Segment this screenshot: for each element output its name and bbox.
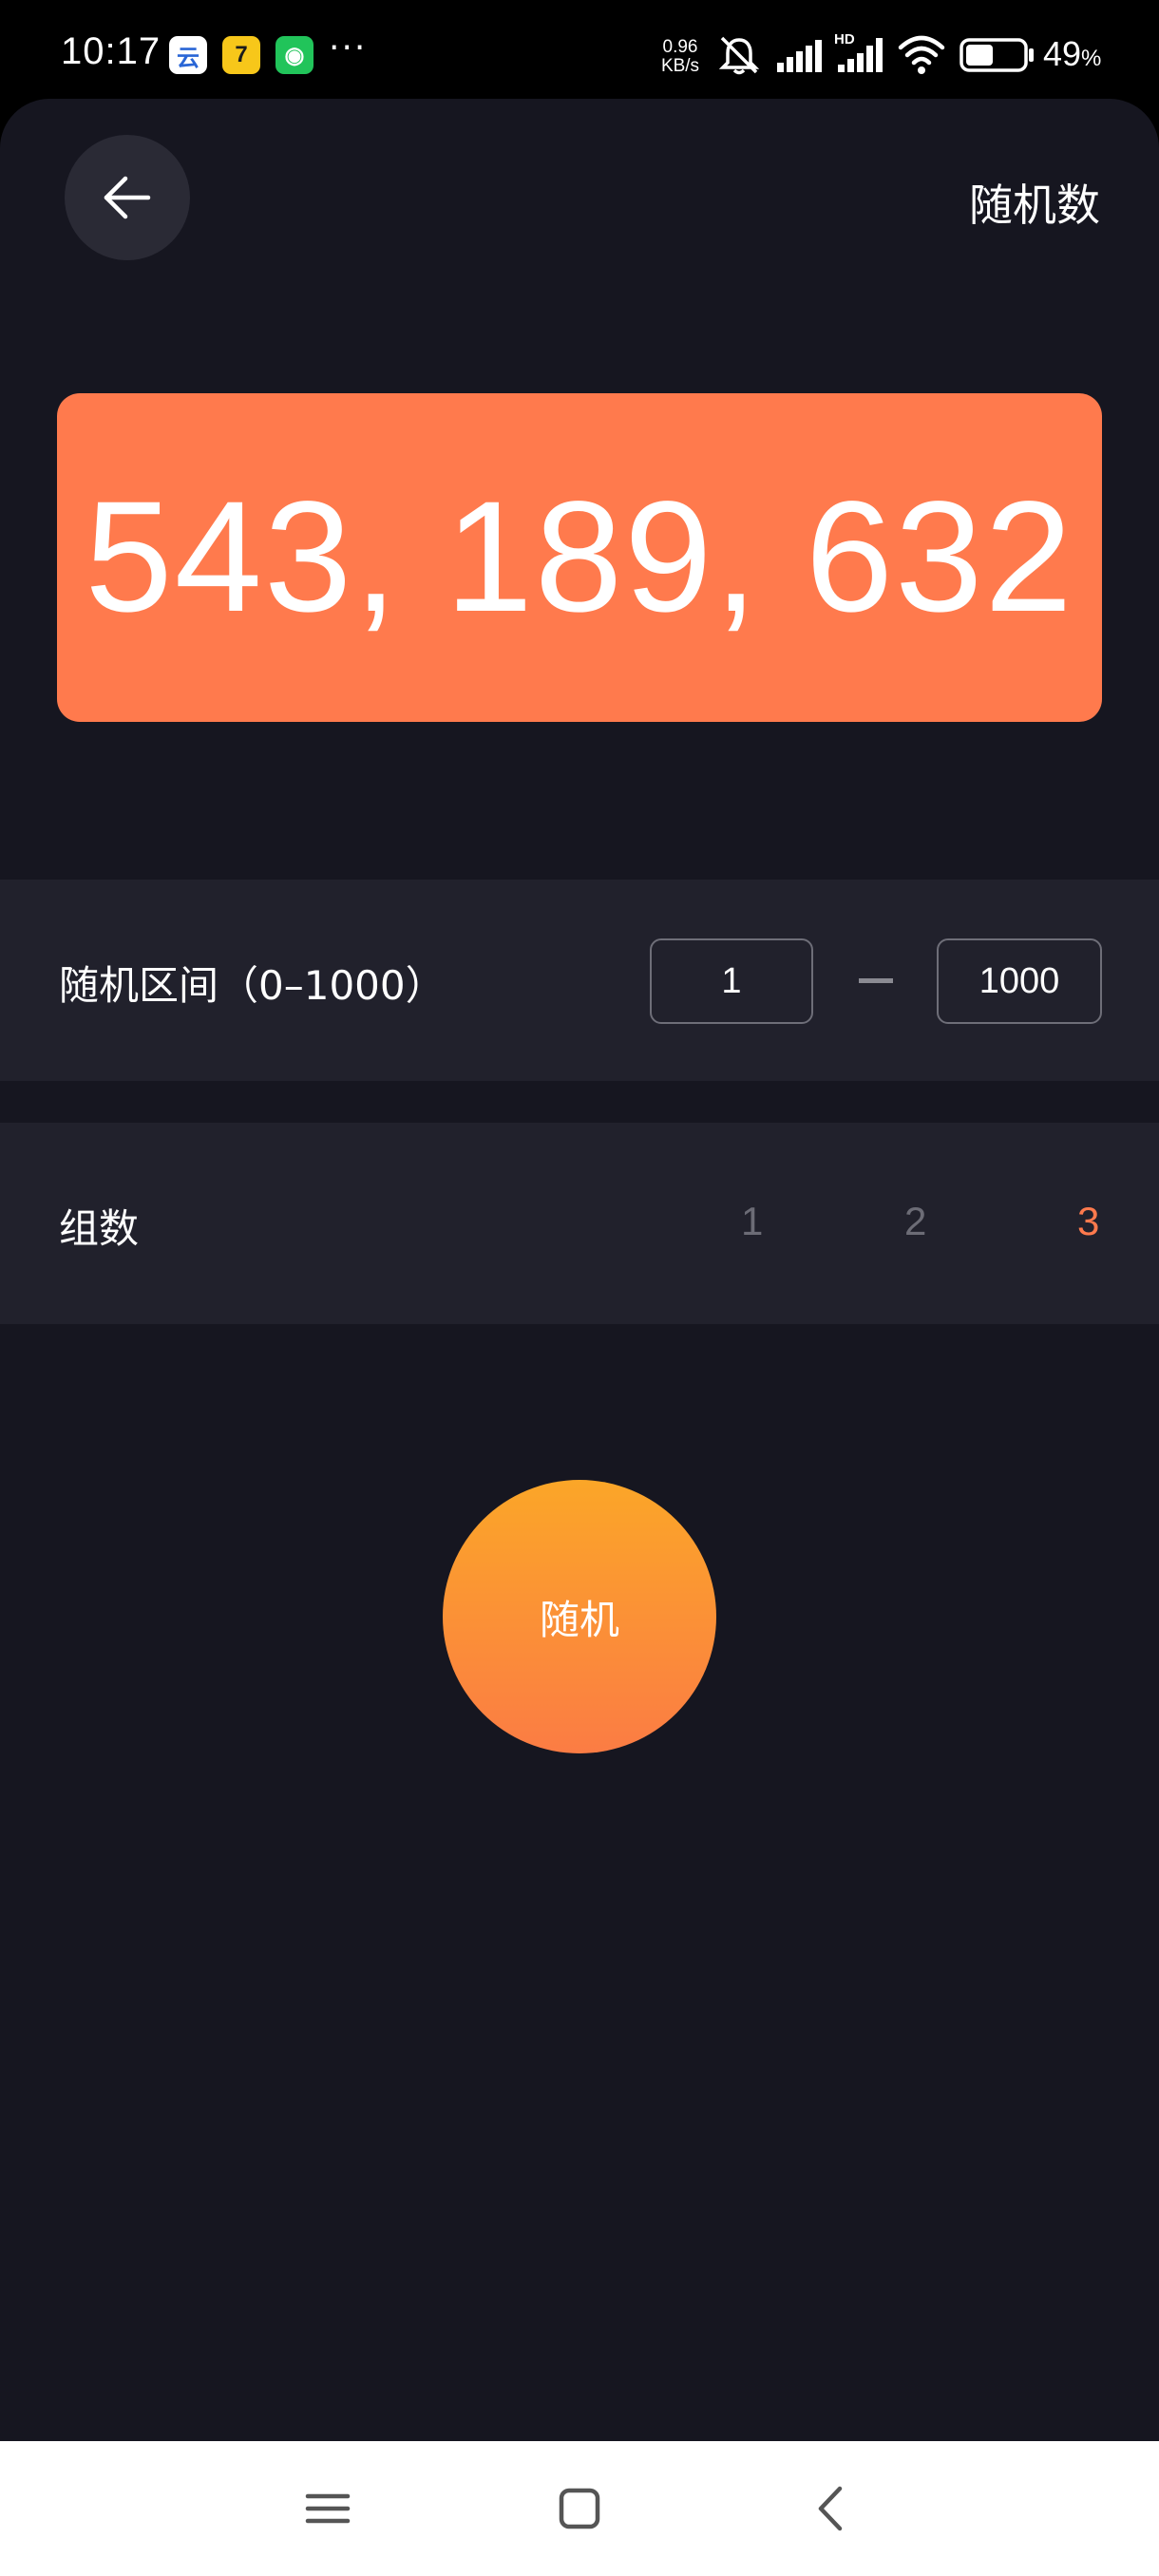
group-option-1[interactable]: 1: [741, 1199, 763, 1244]
back-button[interactable]: [65, 135, 190, 260]
phone-screen: 10:17 云 7 ◉ ··· 0.96 KB/s HD 49% 随机数 543…: [0, 0, 1159, 2576]
group-count-label: 组数: [59, 1205, 140, 1252]
group-option-3[interactable]: 3: [1077, 1199, 1099, 1244]
result-card: 543, 189, 632: [57, 393, 1102, 722]
group-option-2[interactable]: 2: [904, 1199, 926, 1244]
network-speed-unit: KB/s: [660, 56, 700, 76]
wifi-icon: [898, 35, 945, 74]
result-numbers: 543, 189, 632: [85, 469, 1074, 645]
group-count-row: 组数 1 2 3: [0, 1123, 1159, 1324]
taobao-app-icon: 7: [222, 36, 260, 74]
range-label: 随机区间（0–1000）: [59, 962, 446, 1009]
menu-icon: [305, 2493, 351, 2524]
navigation-bar: [0, 2441, 1159, 2576]
home-square-icon: [559, 2488, 600, 2529]
wechat-app-icon: ◉: [276, 36, 314, 74]
page-title: 随机数: [969, 180, 1100, 231]
nav-home-button[interactable]: [546, 2475, 613, 2542]
more-notifications-icon: ···: [329, 28, 368, 67]
svg-text:HD: HD: [834, 31, 855, 47]
battery-icon: [960, 38, 1034, 72]
status-bar: 10:17 云 7 ◉ ··· 0.96 KB/s HD 49%: [0, 0, 1159, 104]
random-number-page: 随机数 543, 189, 632 随机区间（0–1000） 组数 1 2 3 …: [0, 99, 1159, 2441]
network-speed: 0.96 KB/s: [656, 38, 705, 76]
chevron-left-icon: [818, 2486, 843, 2531]
signal-icon: [777, 40, 822, 72]
range-min-input[interactable]: [650, 938, 813, 1024]
cloud-app-icon: 云: [169, 36, 207, 74]
range-max-input[interactable]: [937, 938, 1102, 1024]
range-row: 随机区间（0–1000）: [0, 880, 1159, 1081]
arrow-left-icon: [104, 176, 151, 219]
network-speed-value: 0.96: [662, 37, 698, 57]
range-separator: [859, 978, 893, 983]
hd-signal-icon: HD: [834, 31, 883, 72]
random-button[interactable]: 随机: [443, 1480, 716, 1753]
status-time: 10:17: [61, 30, 162, 72]
nav-menu-button[interactable]: [294, 2475, 361, 2542]
nav-back-button[interactable]: [798, 2475, 864, 2542]
mute-bell-icon: [718, 36, 760, 75]
battery-percentage: 49%: [1043, 34, 1102, 73]
